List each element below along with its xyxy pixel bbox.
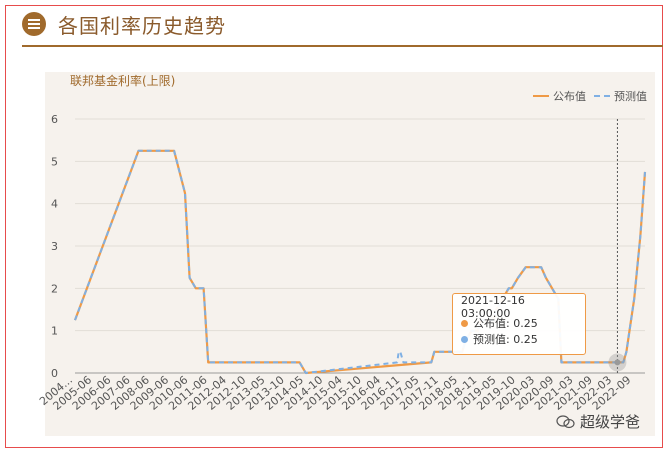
tooltip-published-dot [461, 319, 468, 327]
tooltip-time: 2021-12-16 03:00:00 [461, 294, 525, 320]
tooltip-forecast-dot [461, 335, 468, 343]
y-tick-label: 2 [51, 282, 58, 295]
watermark-text: 超级学爸 [580, 413, 641, 431]
wechat-icon [556, 414, 575, 428]
highlight-point [614, 359, 621, 366]
y-tick-label: 3 [51, 240, 58, 253]
y-tick-label: 5 [51, 155, 58, 168]
y-tick-label: 1 [51, 325, 58, 338]
tooltip: 2021-12-16 03:00:00 公布值: 0.25 预测值: 0.25 [452, 293, 586, 355]
y-tick-label: 6 [51, 113, 58, 126]
tooltip-forecast: 预测值: 0.25 [473, 333, 538, 346]
tooltip-published: 公布值: 0.25 [473, 317, 538, 330]
y-tick-label: 4 [51, 198, 58, 211]
watermark: 超级学爸 [556, 411, 640, 432]
rate-chart[interactable]: 01234562004...2005-062006-062007-062008-… [0, 0, 668, 453]
y-tick-label: 0 [51, 367, 58, 380]
